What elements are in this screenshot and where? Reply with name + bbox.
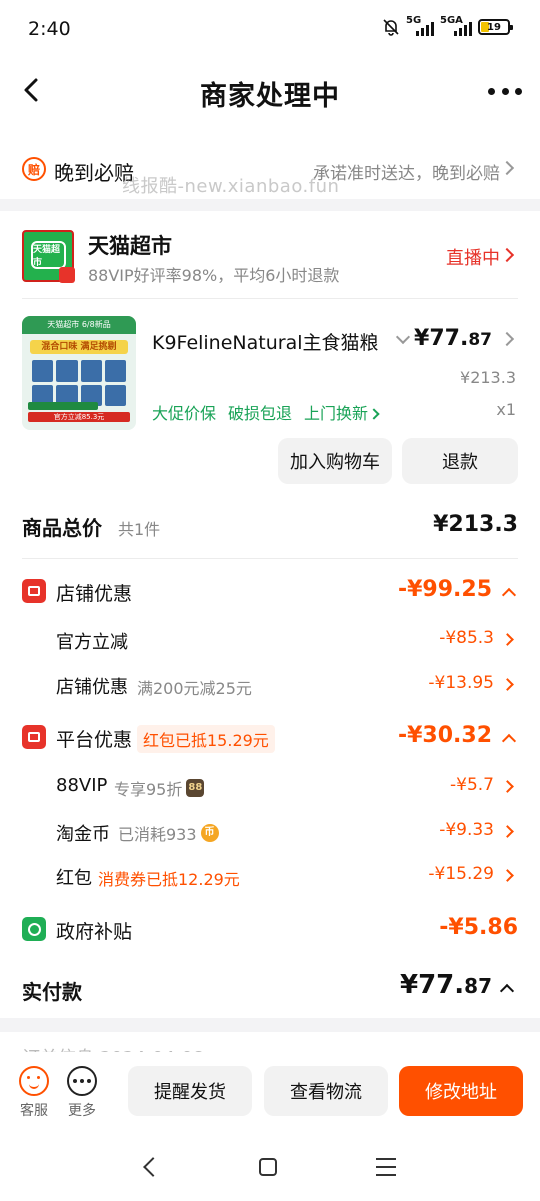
shop-coupon-title: 店铺优惠 — [56, 677, 128, 698]
subtotal-value: ¥213.3 — [433, 512, 518, 537]
section-gap — [0, 1018, 540, 1032]
store-discount-icon — [22, 579, 46, 603]
chevron-right-icon[interactable] — [499, 331, 515, 347]
taojinbi-note-wrap: 已消耗933 币 — [118, 821, 219, 845]
service-tag: 上门换新 — [304, 400, 380, 424]
chevron-right-icon — [499, 247, 515, 263]
chevron-right-icon[interactable] — [501, 869, 514, 882]
refund-button[interactable]: 退款 — [402, 438, 518, 484]
signal-5g-icon: 5G — [406, 15, 434, 36]
store-discount-title: 店铺优惠 — [56, 583, 133, 605]
add-to-cart-button[interactable]: 加入购物车 — [278, 438, 392, 484]
customer-service-button[interactable]: 客服 — [14, 1066, 54, 1120]
view-logistics-button[interactable]: 查看物流 — [264, 1066, 388, 1116]
system-menu-icon[interactable] — [376, 1158, 396, 1176]
service-tag: 破损包退 — [228, 404, 293, 423]
system-back-icon[interactable] — [143, 1157, 163, 1177]
platform-discount-icon — [22, 725, 46, 749]
paid-value: ¥77.87 — [400, 970, 492, 1000]
system-nav-bar — [0, 1134, 540, 1201]
taojinbi-note: 已消耗933 — [118, 825, 197, 844]
page-title: 商家处理中 — [200, 81, 340, 112]
product-price: ¥77.87 — [414, 326, 492, 351]
more-dots-icon — [67, 1066, 97, 1096]
product-original-price: ¥213.3 — [460, 368, 516, 387]
dot-icon — [488, 87, 495, 95]
more-label: 更多 — [68, 1103, 96, 1119]
mute-bell-icon — [383, 19, 399, 36]
platform-discount-value: -¥30.32 — [397, 723, 492, 748]
red-packet-note: 消费券已抵12.29元 — [98, 870, 240, 889]
battery-icon: 19 — [478, 19, 513, 35]
chevron-right-icon — [368, 408, 380, 420]
red-packet-title: 红包 — [56, 868, 92, 889]
signal-5ga-icon: 5GA — [440, 15, 472, 36]
shop-coupon-value: -¥13.95 — [428, 673, 494, 693]
vip-discount-note-wrap: 专享95折 88 — [114, 776, 205, 800]
chevron-right-icon — [499, 160, 515, 176]
88vip-badge-icon: 88 — [186, 779, 205, 797]
chevron-up-icon[interactable] — [501, 587, 517, 603]
product-image[interactable]: 天猫超市 6/8新品 混合口味 满足挑剔 官方立减85.3元 — [22, 316, 136, 430]
paid-label: 实付款 — [22, 980, 82, 1004]
product-name[interactable]: K9FelineNatural主食猫粮 — [152, 328, 384, 355]
service-tag: 大促价保 — [152, 404, 217, 423]
status-bar: 2:40 5G 5GA 19 — [0, 0, 540, 60]
section-gap — [0, 199, 540, 211]
bottom-action-bar: 客服 更多 提醒发货 查看物流 修改地址 — [0, 1052, 540, 1134]
item-count: 共1件 — [118, 520, 161, 539]
status-icons: 5G 5GA 19 — [382, 15, 513, 36]
vip-discount-title: 88VIP — [56, 775, 108, 796]
customer-service-label: 客服 — [20, 1103, 48, 1119]
taojinbi-title: 淘金币 — [56, 824, 110, 845]
chevron-right-icon[interactable] — [501, 780, 514, 793]
official-discount-title: 官方立减 — [56, 632, 128, 653]
status-time: 2:40 — [28, 18, 71, 40]
edit-address-button[interactable]: 修改地址 — [399, 1066, 523, 1116]
divider — [22, 558, 518, 559]
chevron-right-icon[interactable] — [501, 633, 514, 646]
dot-icon — [501, 87, 509, 95]
coin-icon: 币 — [200, 824, 219, 842]
official-discount-value: -¥85.3 — [439, 628, 494, 648]
dot-icon — [515, 87, 522, 95]
shop-name[interactable]: 天猫超市 — [88, 230, 172, 260]
nav-bar: 商家处理中 — [0, 60, 540, 124]
watermark: 线报酷-new.xianbao.fun — [122, 176, 340, 197]
chevron-right-icon[interactable] — [501, 678, 514, 691]
vip-discount-note: 专享95折 — [114, 780, 183, 799]
chevron-down-icon[interactable] — [395, 329, 411, 345]
chevron-right-icon[interactable] — [501, 825, 514, 838]
platform-discount-title: 平台优惠 — [56, 729, 133, 751]
shop-stats: 88VIP好评率98%，平均6小时退款 — [88, 266, 340, 285]
system-home-icon[interactable] — [259, 1158, 277, 1176]
divider — [22, 298, 518, 299]
taojinbi-value: -¥9.33 — [439, 820, 494, 840]
product-quantity: x1 — [496, 400, 516, 419]
red-packet-pill: 红包已抵15.29元 — [137, 725, 275, 753]
subtotal-label: 商品总价 — [22, 516, 102, 540]
chevron-up-icon[interactable] — [501, 733, 517, 749]
customer-service-icon — [19, 1066, 49, 1096]
service-tags[interactable]: 大促价保 破损包退 上门换新 — [152, 400, 380, 424]
more-button[interactable]: 更多 — [62, 1066, 102, 1120]
remind-ship-button[interactable]: 提醒发货 — [128, 1066, 252, 1116]
more-options-button[interactable] — [488, 76, 522, 106]
red-packet-value: -¥15.29 — [428, 864, 494, 884]
shop-logo[interactable]: 天猫超市 — [22, 230, 75, 283]
compensation-badge-icon: 赔 — [22, 157, 46, 181]
late-guarantee-desc: 承诺准时送达，晚到必赔 — [313, 164, 500, 184]
gov-subsidy-value: -¥5.86 — [439, 915, 518, 940]
chevron-up-icon[interactable] — [499, 983, 515, 999]
vip-discount-value: -¥5.7 — [450, 775, 494, 795]
live-link[interactable]: 直播中 — [446, 244, 500, 270]
gov-subsidy-title: 政府补贴 — [56, 921, 133, 943]
live-badge-icon — [59, 267, 75, 283]
store-discount-value: -¥99.25 — [397, 577, 492, 602]
shop-coupon-note: 满200元减25元 — [137, 679, 252, 698]
gov-subsidy-icon — [22, 917, 46, 941]
tmall-logo-icon: 天猫超市 — [31, 241, 66, 269]
